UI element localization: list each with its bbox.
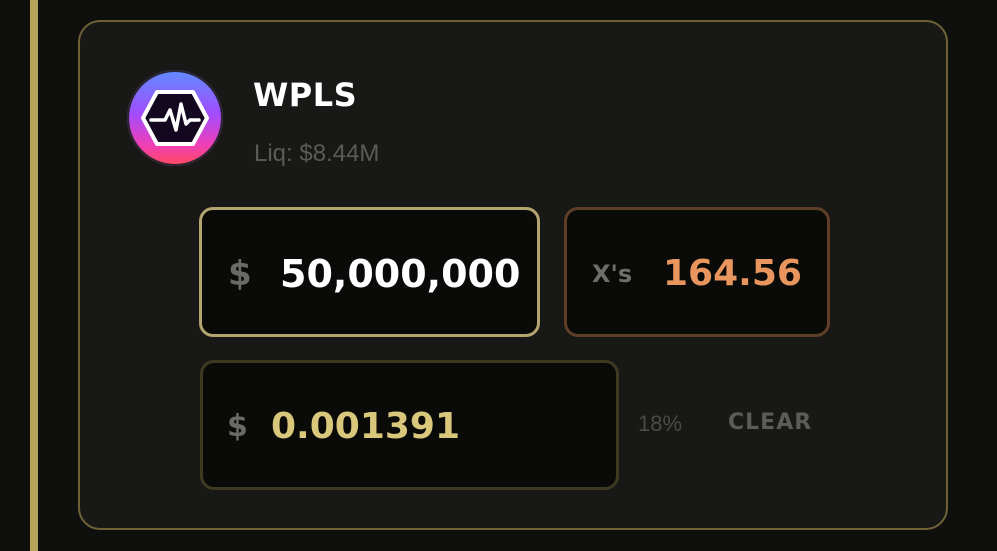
amount-input[interactable]: $ 50,000,000 <box>199 207 540 337</box>
token-name: WPLS <box>253 76 358 114</box>
multiplier-label: X's <box>592 260 633 288</box>
price-value[interactable]: 0.001391 <box>271 406 460 447</box>
left-rail <box>30 0 38 551</box>
percent-label: 18% <box>638 411 683 436</box>
clear-button[interactable]: CLEAR <box>728 410 812 435</box>
multiplier-value[interactable]: 164.56 <box>663 253 802 294</box>
price-field[interactable]: $ 0.001391 <box>200 360 619 490</box>
dollar-icon: $ <box>227 409 248 444</box>
multiplier-field[interactable]: X's 164.56 <box>564 207 830 337</box>
token-liquidity: Liq: $8.44M <box>254 140 380 167</box>
dollar-icon: $ <box>228 254 252 294</box>
token-logo <box>127 70 223 166</box>
pulse-hexagon-icon <box>141 90 209 146</box>
amount-value[interactable]: 50,000,000 <box>280 252 520 296</box>
